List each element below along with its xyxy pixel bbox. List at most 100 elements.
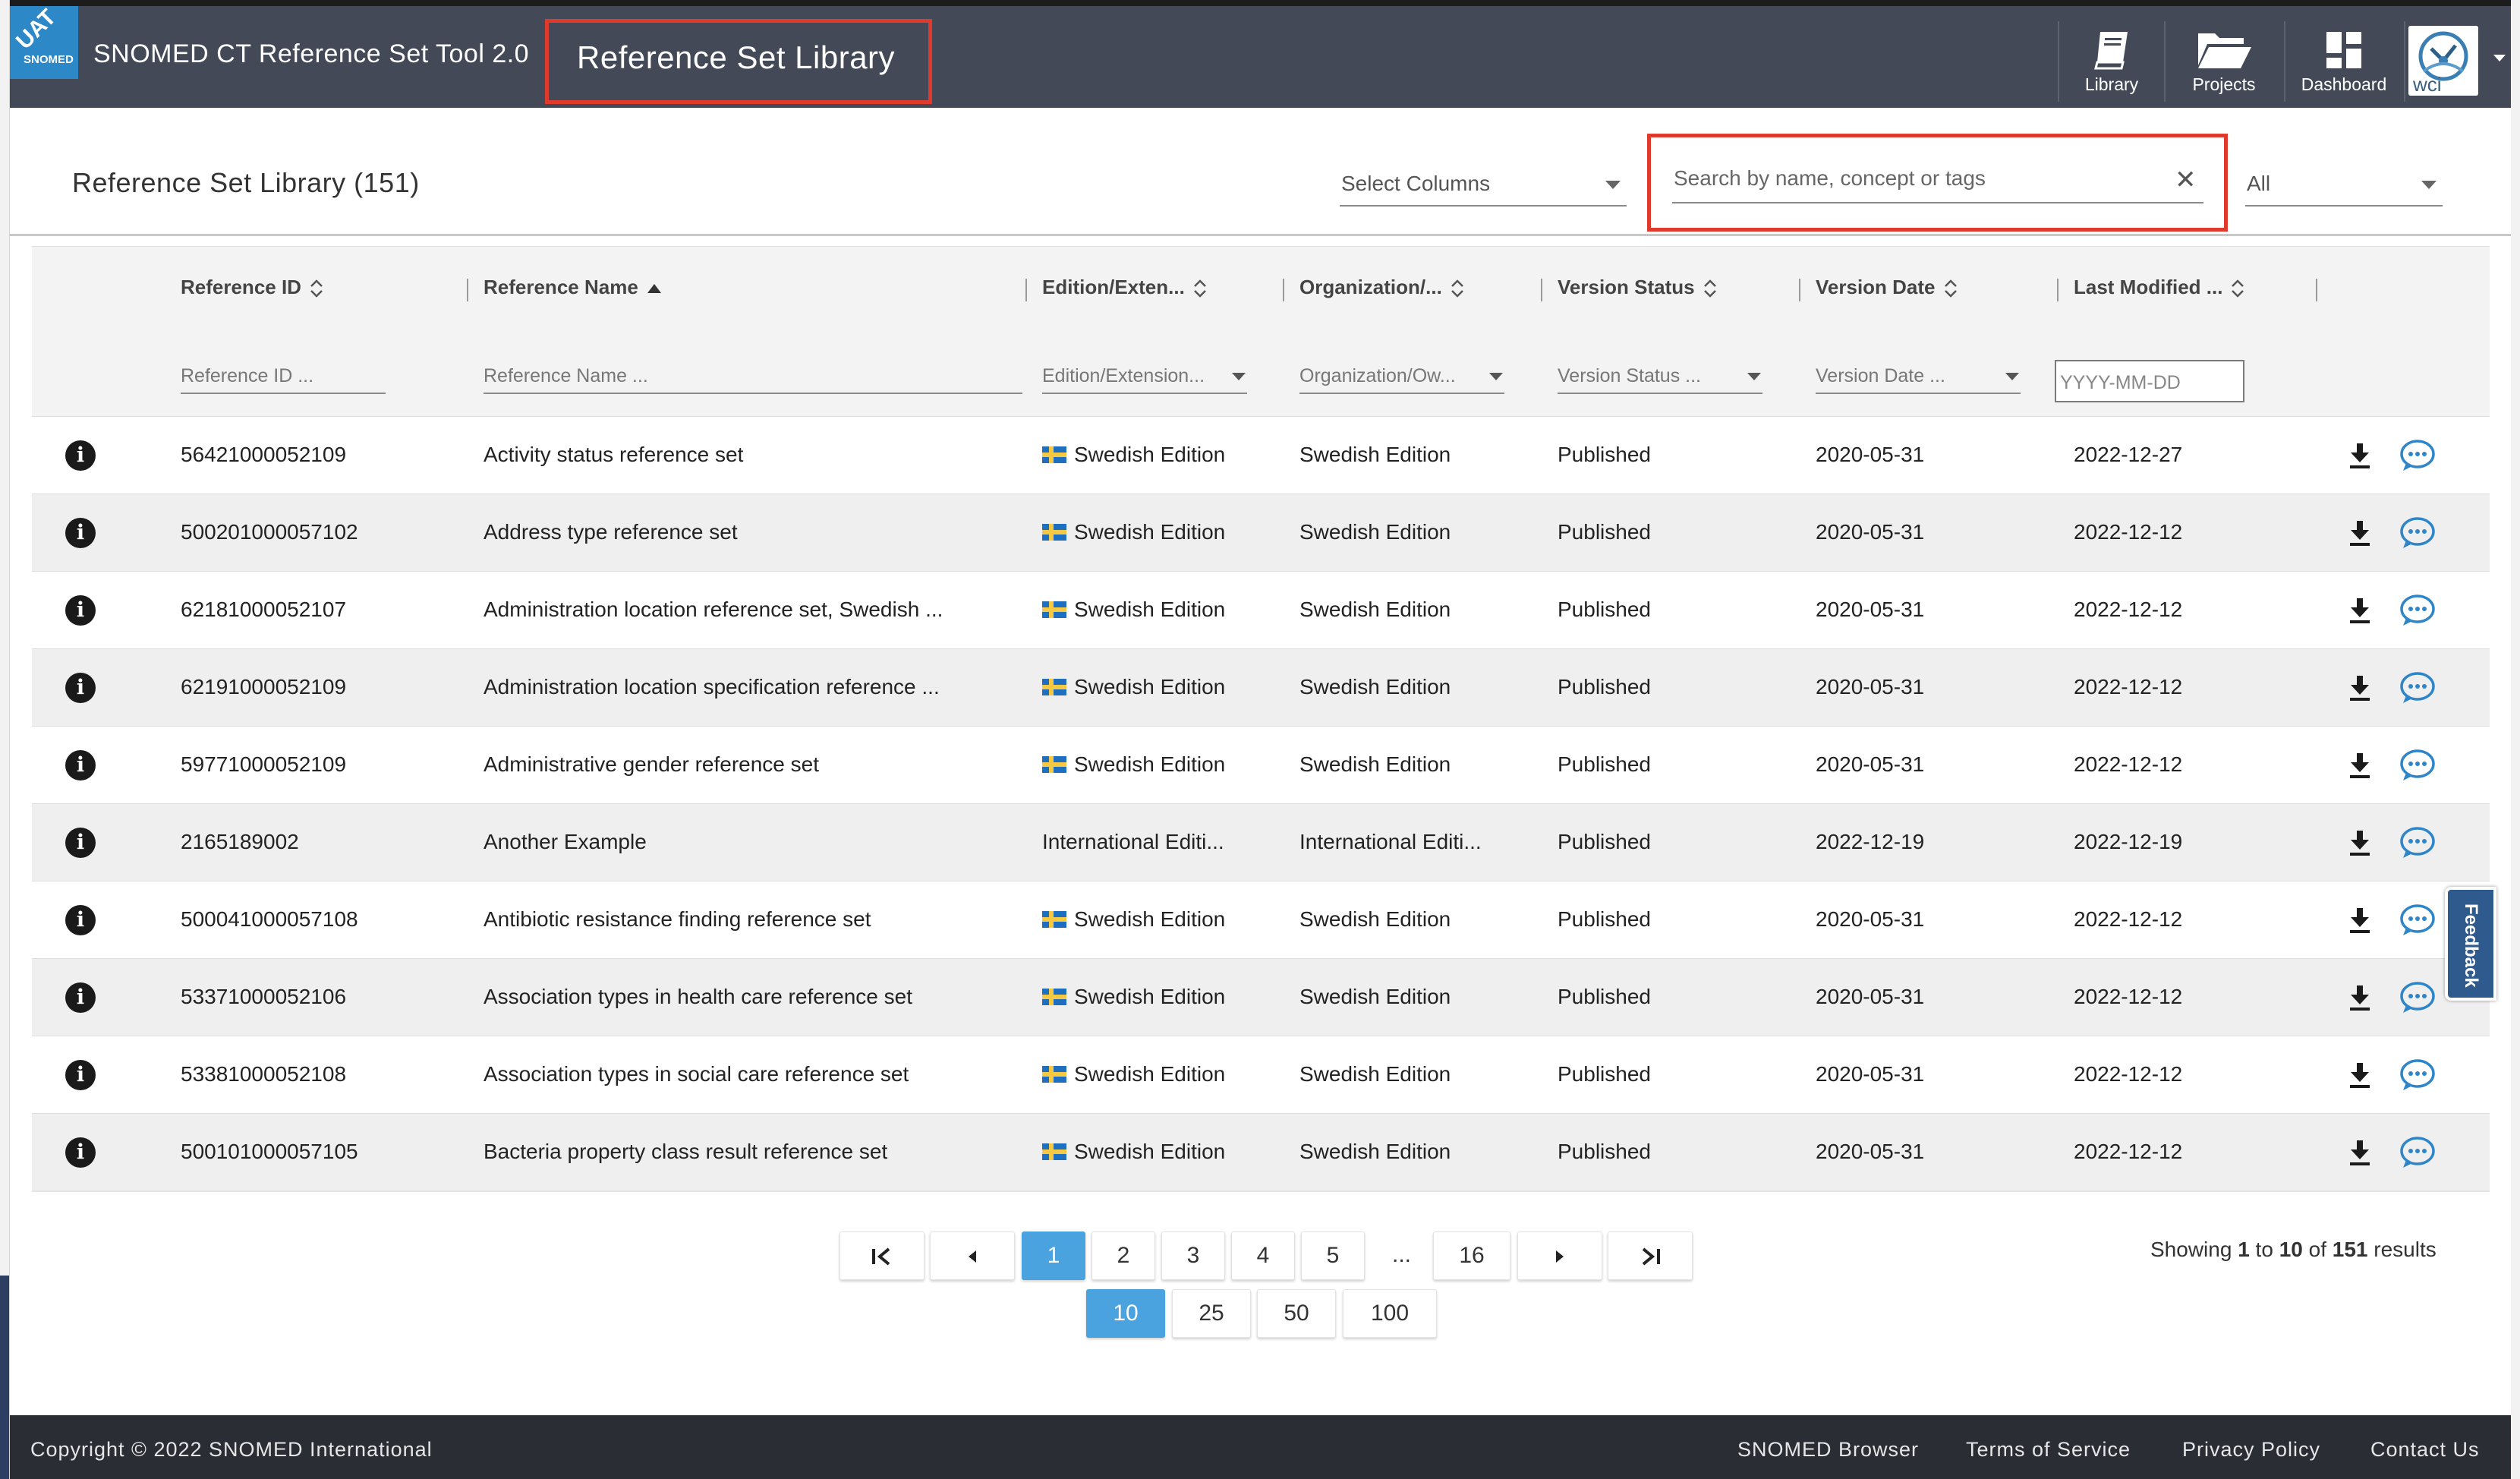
reference-name-filter[interactable]: Reference Name ... xyxy=(484,365,1022,394)
footer-link-snomed-browser[interactable]: SNOMED Browser xyxy=(1737,1438,1919,1462)
comment-icon[interactable] xyxy=(2399,670,2437,705)
reference-name-cell[interactable]: Bacteria property class result reference… xyxy=(484,1140,887,1164)
page-size-50-button[interactable]: 50 xyxy=(1257,1289,1336,1338)
table-row[interactable]: i 53371000052106 Association types in heal… xyxy=(32,959,2490,1036)
column-header-reference-name[interactable]: Reference Name xyxy=(484,276,663,299)
column-separator[interactable] xyxy=(2316,279,2317,301)
avatar[interactable]: wci xyxy=(2408,26,2478,96)
page-button-16[interactable]: 16 xyxy=(1433,1231,1510,1280)
download-icon[interactable] xyxy=(2347,597,2373,624)
page-size-10-button[interactable]: 10 xyxy=(1086,1289,1165,1338)
reference-name-cell[interactable]: Address type reference set xyxy=(484,520,738,544)
column-header-edition[interactable]: Edition/Exten... xyxy=(1042,276,1208,299)
comment-icon[interactable] xyxy=(2399,980,2437,1015)
download-icon[interactable] xyxy=(2347,829,2373,856)
comment-icon[interactable] xyxy=(2399,748,2437,783)
previous-page-button[interactable] xyxy=(930,1231,1015,1280)
close-icon[interactable]: ✕ xyxy=(2175,167,2197,193)
last-page-button[interactable] xyxy=(1608,1231,1693,1280)
info-icon[interactable]: i xyxy=(65,1137,96,1168)
reference-name-cell[interactable]: Administration location specification re… xyxy=(484,675,940,699)
footer-link-privacy-policy[interactable]: Privacy Policy xyxy=(2182,1438,2320,1462)
table-row[interactable]: i 56421000052109 Activity status reference… xyxy=(32,417,2490,494)
info-icon[interactable]: i xyxy=(65,750,96,780)
column-separator[interactable] xyxy=(1283,279,1284,301)
page-button-2[interactable]: 2 xyxy=(1091,1231,1155,1280)
reference-name-cell[interactable]: Association types in social care referen… xyxy=(484,1062,909,1086)
comment-icon[interactable] xyxy=(2399,438,2437,473)
footer-link-terms-of-service[interactable]: Terms of Service xyxy=(1966,1438,2131,1462)
reference-name-cell[interactable]: Administration location reference set, S… xyxy=(484,598,943,622)
reference-name-cell[interactable]: Antibiotic resistance finding reference … xyxy=(484,907,871,932)
reference-name-cell[interactable]: Association types in health care referen… xyxy=(484,985,912,1009)
info-icon[interactable]: i xyxy=(65,518,96,548)
select-columns-dropdown[interactable]: Select Columns xyxy=(1340,158,1627,207)
table-row[interactable]: i 2165189002 Another Example International … xyxy=(32,804,2490,881)
snomed-logo[interactable]: UAT SNOMED xyxy=(10,6,78,79)
column-separator[interactable] xyxy=(467,279,468,301)
version-status-filter-dropdown[interactable]: Version Status ... xyxy=(1558,365,1762,394)
page-size-100-button[interactable]: 100 xyxy=(1343,1289,1437,1338)
version-date-filter-dropdown[interactable]: Version Date ... xyxy=(1816,365,2021,394)
comment-icon[interactable] xyxy=(2399,593,2437,628)
column-separator[interactable] xyxy=(1025,279,1027,301)
reference-id-filter[interactable]: Reference ID ... xyxy=(181,365,386,394)
page-size-25-button[interactable]: 25 xyxy=(1172,1289,1251,1338)
comment-icon[interactable] xyxy=(2399,825,2437,860)
info-icon[interactable]: i xyxy=(65,673,96,703)
download-icon[interactable] xyxy=(2347,519,2373,547)
chevron-down-icon[interactable] xyxy=(2493,55,2506,61)
organization-filter-dropdown[interactable]: Organization/Ow... xyxy=(1299,365,1504,394)
info-icon[interactable]: i xyxy=(65,982,96,1013)
download-icon[interactable] xyxy=(2347,752,2373,779)
table-row[interactable]: i 500201000057102 Address type reference s… xyxy=(32,494,2490,572)
edition-filter-dropdown[interactable]: Edition/Extension... xyxy=(1042,365,1247,394)
nav-library-button[interactable]: Library xyxy=(2061,21,2162,105)
reference-name-cell[interactable]: Administrative gender reference set xyxy=(484,752,819,777)
status-filter-dropdown[interactable]: All xyxy=(2245,158,2443,207)
table-row[interactable]: i 53381000052108 Association types in soci… xyxy=(32,1036,2490,1114)
next-page-button[interactable] xyxy=(1517,1231,1602,1280)
comment-icon[interactable] xyxy=(2399,903,2437,938)
footer-link-contact-us[interactable]: Contact Us xyxy=(2370,1438,2480,1462)
first-page-button[interactable] xyxy=(839,1231,925,1280)
comment-icon[interactable] xyxy=(2399,1058,2437,1093)
column-header-reference-id[interactable]: Reference ID xyxy=(181,276,324,299)
app-title[interactable]: SNOMED CT Reference Set Tool 2.0 xyxy=(93,39,529,69)
version-date-cell: 2020-05-31 xyxy=(1816,985,1924,1009)
last-modified-date-input[interactable]: YYYY-MM-DD xyxy=(2055,360,2244,402)
feedback-tab[interactable]: Feedback xyxy=(2445,887,2496,1001)
reference-name-cell[interactable]: Activity status reference set xyxy=(484,443,743,467)
column-header-version-date[interactable]: Version Date xyxy=(1816,276,1958,299)
page-button-5[interactable]: 5 xyxy=(1301,1231,1365,1280)
reference-name-cell[interactable]: Another Example xyxy=(484,830,647,854)
download-icon[interactable] xyxy=(2347,674,2373,702)
column-separator[interactable] xyxy=(2057,279,2059,301)
nav-dashboard-button[interactable]: Dashboard xyxy=(2287,21,2401,105)
comment-icon[interactable] xyxy=(2399,516,2437,550)
nav-projects-button[interactable]: Projects xyxy=(2167,21,2281,105)
table-row[interactable]: i 59771000052109 Administrative gender ref… xyxy=(32,727,2490,804)
search-input[interactable] xyxy=(1672,155,2203,203)
download-icon[interactable] xyxy=(2347,442,2373,469)
column-header-last-modified[interactable]: Last Modified ... xyxy=(2074,276,2245,299)
table-row[interactable]: i 500041000057108 Antibiotic resistance fi… xyxy=(32,881,2490,959)
table-row[interactable]: i 62181000052107 Administration location r… xyxy=(32,572,2490,649)
column-header-organization[interactable]: Organization/... xyxy=(1299,276,1465,299)
page-button-3[interactable]: 3 xyxy=(1161,1231,1225,1280)
page-button-1[interactable]: 1 xyxy=(1022,1231,1085,1280)
download-icon[interactable] xyxy=(2347,1139,2373,1166)
info-icon[interactable]: i xyxy=(65,905,96,935)
download-icon[interactable] xyxy=(2347,984,2373,1011)
download-icon[interactable] xyxy=(2347,1061,2373,1089)
info-icon[interactable]: i xyxy=(65,440,96,471)
table-row[interactable]: i 62191000052109 Administration location s… xyxy=(32,649,2490,727)
info-icon[interactable]: i xyxy=(65,828,96,858)
column-header-version-status[interactable]: Version Status xyxy=(1558,276,1718,299)
column-separator[interactable] xyxy=(1799,279,1800,301)
download-icon[interactable] xyxy=(2347,907,2373,934)
page-button-4[interactable]: 4 xyxy=(1231,1231,1295,1280)
info-icon[interactable]: i xyxy=(65,595,96,626)
column-separator[interactable] xyxy=(1541,279,1542,301)
info-icon[interactable]: i xyxy=(65,1060,96,1090)
